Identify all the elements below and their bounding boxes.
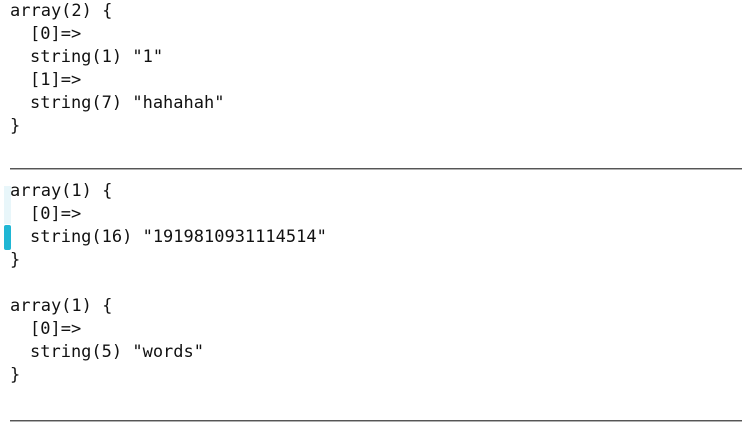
array-key: [0]=> bbox=[30, 319, 82, 339]
array-key: [0]=> bbox=[30, 204, 82, 224]
array-value: string(5) "words" bbox=[30, 342, 204, 362]
array-key: [1]=> bbox=[30, 70, 82, 90]
horizontal-rule bbox=[10, 168, 742, 170]
var-dump-block-3: array(1) { [0]=> string(5) "words" } bbox=[10, 295, 204, 387]
page-output: array(2) { [0]=> string(1) "1" [1]=> str… bbox=[0, 0, 742, 439]
array-close: } bbox=[10, 116, 21, 136]
array-close: } bbox=[10, 365, 21, 385]
array-close: } bbox=[10, 250, 21, 270]
array-header: array(1) { bbox=[10, 296, 113, 316]
array-key: [0]=> bbox=[30, 24, 82, 44]
horizontal-rule bbox=[10, 420, 742, 422]
var-dump-block-2: array(1) { [0]=> string(16) "19198109311… bbox=[10, 180, 327, 272]
array-value: string(1) "1" bbox=[30, 47, 164, 67]
array-value: string(16) "1919810931114514" bbox=[30, 227, 327, 247]
array-header: array(1) { bbox=[10, 181, 113, 201]
array-value: string(7) "hahahah" bbox=[30, 93, 225, 113]
var-dump-block-1: array(2) { [0]=> string(1) "1" [1]=> str… bbox=[10, 0, 224, 138]
array-header: array(2) { bbox=[10, 1, 113, 21]
